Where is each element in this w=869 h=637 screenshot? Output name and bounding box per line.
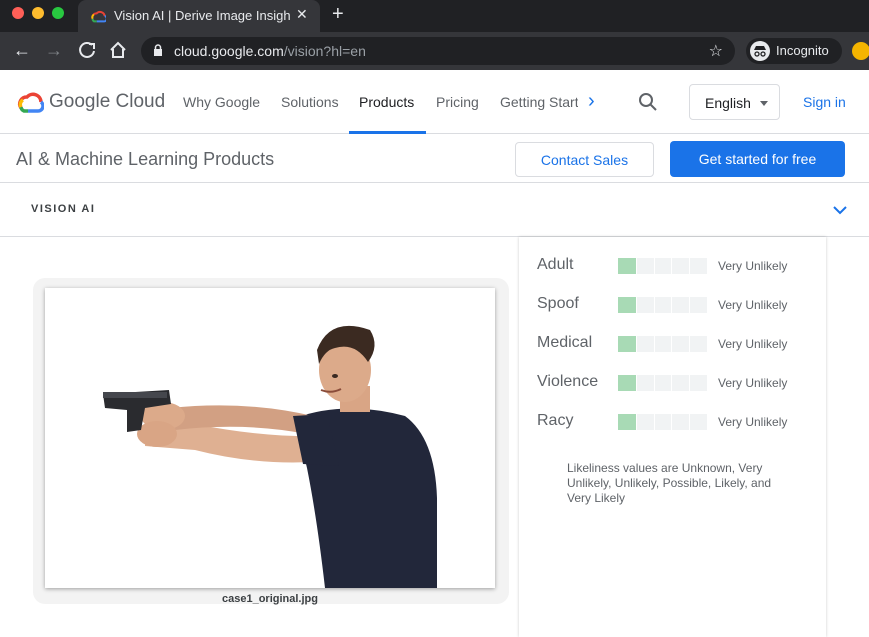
likelihood-meter bbox=[618, 414, 707, 430]
likelihood-meter bbox=[618, 258, 707, 274]
likelihood-meter bbox=[618, 375, 707, 391]
likelihood-value: Very Unlikely bbox=[718, 259, 788, 273]
nav-products[interactable]: Products bbox=[359, 94, 414, 110]
meter-segment-divider bbox=[635, 414, 637, 430]
analyzed-image bbox=[45, 288, 495, 588]
demo-content: case1_original.jpg Adult Very Unlikely S… bbox=[0, 237, 869, 637]
meter-segment-divider bbox=[671, 414, 673, 430]
nav-scroll-right-icon[interactable]: › bbox=[588, 90, 595, 113]
url-text: cloud.google.com/vision?hl=en bbox=[174, 43, 366, 59]
likelihood-meter bbox=[618, 336, 707, 352]
safe-search-row-spoof: Spoof Very Unlikely bbox=[519, 290, 826, 320]
zoom-window-button[interactable] bbox=[52, 7, 64, 19]
address-bar[interactable]: cloud.google.com/vision?hl=en ☆ bbox=[141, 37, 735, 65]
google-cloud-favicon-icon bbox=[91, 10, 106, 23]
meter-segment-divider bbox=[689, 336, 691, 352]
likelihood-fill bbox=[618, 297, 636, 313]
meter-segment-divider bbox=[671, 297, 673, 313]
caret-down-icon bbox=[760, 101, 768, 106]
extension-icon[interactable] bbox=[852, 42, 869, 60]
search-icon[interactable] bbox=[638, 92, 658, 112]
tab-title: Vision AI | Derive Image Insights via ML bbox=[114, 8, 290, 23]
row-label: Medical bbox=[537, 334, 593, 351]
nav-solutions[interactable]: Solutions bbox=[281, 94, 339, 110]
row-label: Spoof bbox=[537, 295, 579, 312]
browser-toolbar: ← → cloud.google.com/vision?hl=en ☆ Inco… bbox=[0, 32, 869, 70]
safe-search-row-medical: Medical Very Unlikely bbox=[519, 329, 826, 359]
meter-segment-divider bbox=[653, 297, 655, 313]
meter-segment-divider bbox=[689, 375, 691, 391]
meter-segment-divider bbox=[653, 258, 655, 274]
safe-search-row-racy: Racy Very Unlikely bbox=[519, 407, 826, 437]
image-caption: case1_original.jpg bbox=[222, 593, 318, 605]
product-subheader: AI & Machine Learning Products Contact S… bbox=[0, 135, 869, 183]
row-label: Racy bbox=[537, 412, 574, 429]
new-tab-icon[interactable]: + bbox=[332, 3, 344, 26]
logo-text[interactable]: Google Cloud bbox=[49, 91, 165, 113]
minimize-window-button[interactable] bbox=[32, 7, 44, 19]
meter-segment-divider bbox=[653, 336, 655, 352]
meter-segment-divider bbox=[689, 258, 691, 274]
meter-segment-divider bbox=[671, 258, 673, 274]
site-header: Google Cloud Why Google Solutions Produc… bbox=[0, 70, 869, 134]
likelihood-fill bbox=[618, 375, 636, 391]
meter-segment-divider bbox=[635, 297, 637, 313]
meter-segment-divider bbox=[689, 414, 691, 430]
active-nav-indicator bbox=[349, 131, 426, 134]
likelihood-value: Very Unlikely bbox=[718, 337, 788, 351]
vision-ai-label: VISION AI bbox=[31, 203, 96, 215]
sign-in-link[interactable]: Sign in bbox=[803, 94, 846, 110]
meter-segment-divider bbox=[671, 375, 673, 391]
meter-segment-divider bbox=[635, 336, 637, 352]
language-select[interactable]: English bbox=[689, 84, 780, 120]
nav-getting-started[interactable]: Getting Started bbox=[500, 94, 578, 110]
section-title: AI & Machine Learning Products bbox=[16, 149, 275, 169]
tab-close-icon[interactable]: ✕ bbox=[296, 6, 308, 23]
bookmark-star-icon[interactable]: ☆ bbox=[709, 41, 723, 61]
meter-segment-divider bbox=[653, 414, 655, 430]
meter-segment-divider bbox=[671, 336, 673, 352]
incognito-label: Incognito bbox=[776, 43, 829, 58]
incognito-badge[interactable]: Incognito bbox=[746, 38, 842, 64]
likeliness-note: Likeliness values are Unknown, Very Unli… bbox=[567, 461, 772, 505]
nav-why-google[interactable]: Why Google bbox=[183, 94, 260, 110]
vision-ai-menu-bar[interactable]: VISION AI bbox=[0, 184, 869, 237]
get-started-button[interactable]: Get started for free bbox=[670, 141, 845, 177]
meter-segment-divider bbox=[635, 375, 637, 391]
contact-sales-button[interactable]: Contact Sales bbox=[515, 142, 654, 177]
safe-search-panel: Adult Very Unlikely Spoof Very Unlikely … bbox=[519, 237, 826, 637]
safe-search-row-adult: Adult Very Unlikely bbox=[519, 251, 826, 281]
likelihood-fill bbox=[618, 336, 636, 352]
likelihood-value: Very Unlikely bbox=[718, 376, 788, 390]
row-label: Violence bbox=[537, 373, 599, 390]
safe-search-row-violence: Violence Very Unlikely bbox=[519, 368, 826, 398]
likelihood-fill bbox=[618, 258, 636, 274]
browser-tab-bar: Vision AI | Derive Image Insights via ML… bbox=[0, 0, 869, 32]
reload-icon[interactable] bbox=[77, 40, 97, 60]
browser-tab[interactable]: Vision AI | Derive Image Insights via ML… bbox=[78, 0, 320, 32]
likelihood-meter bbox=[618, 297, 707, 313]
chevron-down-icon[interactable] bbox=[833, 205, 847, 215]
language-label: English bbox=[705, 95, 751, 111]
likelihood-fill bbox=[618, 414, 636, 430]
likelihood-value: Very Unlikely bbox=[718, 298, 788, 312]
meter-segment-divider bbox=[689, 297, 691, 313]
close-window-button[interactable] bbox=[12, 7, 24, 19]
home-icon[interactable] bbox=[108, 40, 128, 60]
likelihood-value: Very Unlikely bbox=[718, 415, 788, 429]
forward-icon[interactable]: → bbox=[44, 40, 64, 60]
incognito-icon bbox=[750, 41, 770, 61]
google-cloud-logo-icon[interactable] bbox=[16, 92, 44, 114]
lock-icon bbox=[154, 44, 162, 56]
meter-segment-divider bbox=[635, 258, 637, 274]
row-label: Adult bbox=[537, 256, 574, 273]
meter-segment-divider bbox=[653, 375, 655, 391]
back-icon[interactable]: ← bbox=[12, 40, 32, 60]
nav-pricing[interactable]: Pricing bbox=[436, 94, 479, 110]
